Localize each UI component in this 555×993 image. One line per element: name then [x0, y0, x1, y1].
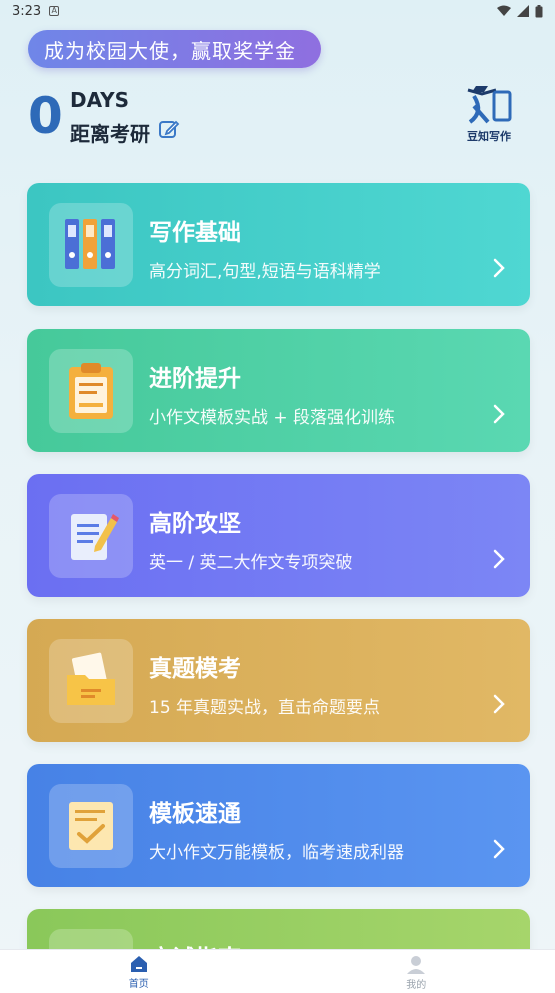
card-past-exams[interactable]: 真题模考 15 年真题实战，直击命题要点 [27, 619, 530, 742]
countdown-label: 距离考研 [70, 122, 150, 146]
card-icon-box [49, 349, 133, 433]
status-bar: 3:23 A [0, 0, 555, 22]
card-title: 模板速通 [149, 801, 241, 827]
profile-icon [407, 956, 426, 974]
card-title: 真题模考 [149, 656, 241, 682]
card-desc: 大小作文万能模板，临考速成利器 [149, 843, 404, 863]
chevron-right-icon [493, 258, 505, 278]
chevron-right-icon [493, 404, 505, 424]
card-desc: 15 年真题实战，直击命题要点 [149, 698, 381, 718]
tab-profile[interactable]: 我的 [278, 950, 555, 993]
bottom-tab-bar: 首页 我的 [0, 949, 555, 993]
binders-icon [65, 219, 115, 269]
card-high-level[interactable]: 高阶攻坚 英一 / 英二大作文专项突破 [27, 474, 530, 597]
card-icon-box [49, 203, 133, 287]
countdown-number: 0 [28, 87, 63, 145]
tab-label: 我的 [406, 980, 427, 991]
clipboard-icon [69, 363, 113, 419]
tab-home[interactable]: 首页 [0, 950, 278, 993]
ambassador-banner[interactable]: 成为校园大使，赢取奖学金 [28, 30, 321, 68]
folder-paper-icon [67, 652, 115, 705]
chevron-right-icon [493, 694, 505, 714]
card-desc: 英一 / 英二大作文专项突破 [149, 553, 353, 573]
card-advanced[interactable]: 进阶提升 小作文模板实战 + 段落强化训练 [27, 329, 530, 452]
card-icon-box [49, 639, 133, 723]
notepad-pencil-icon [71, 514, 119, 560]
card-title: 写作基础 [149, 220, 241, 246]
card-writing-basics[interactable]: 写作基础 高分词汇,句型,短语与语科精学 [27, 183, 530, 306]
card-title: 高阶攻坚 [149, 511, 241, 537]
notification-icon: A [49, 6, 60, 16]
logo-icon [467, 86, 512, 124]
app-logo: 豆知写作 [460, 84, 518, 144]
battery-icon [535, 4, 543, 17]
logo-text: 豆知写作 [467, 130, 511, 143]
countdown-unit: DAYS [70, 88, 130, 112]
card-icon-box [49, 784, 133, 868]
banner-text: 成为校园大使，赢取奖学金 [44, 38, 296, 63]
checklist-icon [69, 802, 113, 850]
card-templates[interactable]: 模板速通 大小作文万能模板，临考速成利器 [27, 764, 530, 887]
card-icon-box [49, 494, 133, 578]
card-desc: 高分词汇,句型,短语与语科精学 [149, 262, 381, 282]
edit-icon[interactable] [158, 118, 180, 140]
card-title: 进阶提升 [149, 366, 241, 392]
status-icons [497, 4, 543, 18]
signal-icon [517, 5, 529, 17]
chevron-right-icon [493, 549, 505, 569]
card-desc: 小作文模板实战 + 段落强化训练 [149, 408, 396, 428]
home-icon [130, 956, 147, 972]
status-time: 3:23 [12, 3, 42, 19]
wifi-icon [497, 5, 511, 16]
chevron-right-icon [493, 839, 505, 859]
tab-label: 首页 [128, 979, 149, 990]
